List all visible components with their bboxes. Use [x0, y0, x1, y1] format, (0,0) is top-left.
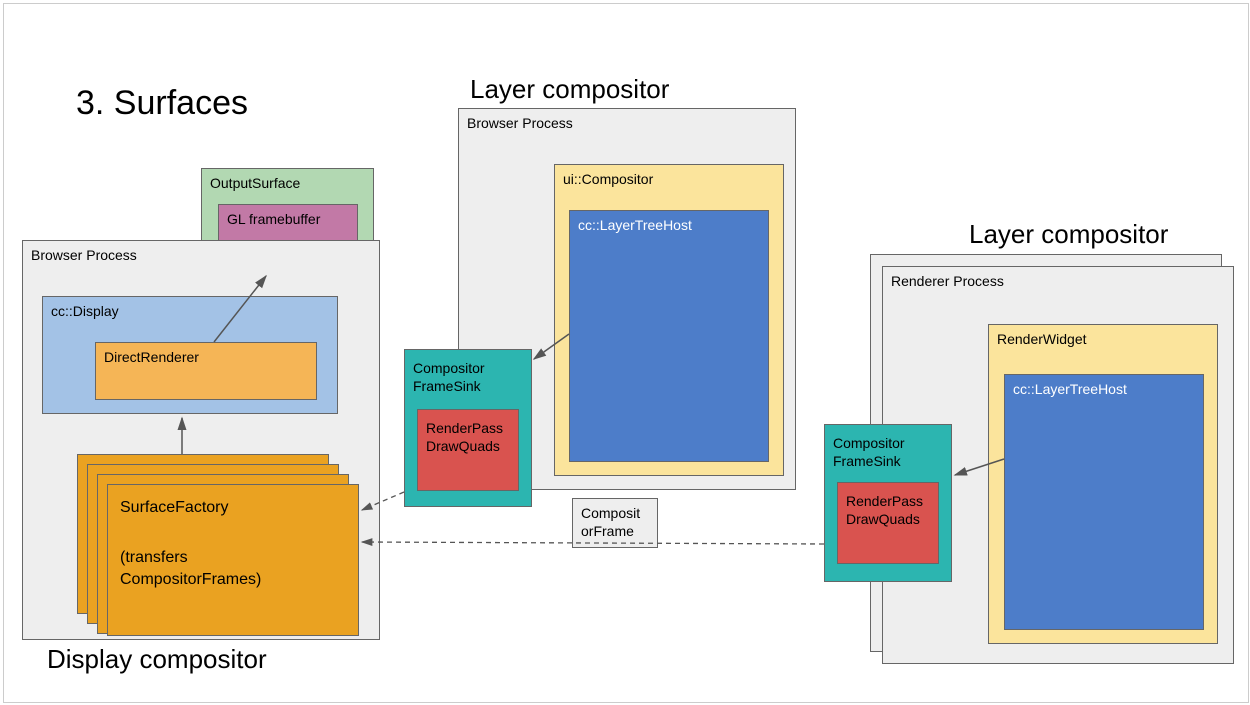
label-browser-process-left: Browser Process [31, 247, 137, 263]
heading-layer-compositor-2: Layer compositor [969, 219, 1168, 250]
label-rp-right-1: RenderPass [846, 493, 923, 509]
box-layer-tree-host-right: cc::LayerTreeHost [1004, 374, 1204, 630]
heading-display-compositor: Display compositor [47, 644, 267, 675]
label-cfs-middle-2: FrameSink [413, 378, 481, 394]
label-rp-middle-1: RenderPass [426, 420, 503, 436]
label-direct-renderer: DirectRenderer [96, 343, 316, 371]
label-surface-factory-1: SurfaceFactory [120, 499, 228, 517]
label-output-surface: OutputSurface [202, 169, 373, 197]
label-rp-right-2: DrawQuads [846, 511, 920, 527]
label-rp-middle-2: DrawQuads [426, 438, 500, 454]
diagram-canvas: 3. Surfaces Layer compositor Layer compo… [3, 3, 1249, 703]
page-title: 3. Surfaces [76, 84, 248, 123]
label-surface-factory-3: CompositorFrames) [120, 571, 261, 589]
label-ui-compositor: ui::Compositor [555, 165, 783, 193]
label-gl-framebuffer: GL framebuffer [219, 205, 357, 233]
box-direct-renderer: DirectRenderer [95, 342, 317, 400]
label-cfs-middle-1: Compositor [413, 360, 485, 376]
heading-layer-compositor-1: Layer compositor [470, 74, 669, 105]
label-browser-process-middle: Browser Process [467, 115, 573, 131]
label-cfs-right-1: Compositor [833, 435, 905, 451]
label-cfs-right-2: FrameSink [833, 453, 901, 469]
label-compositor-frame-1: Composit [581, 505, 640, 521]
box-renderpass-middle: RenderPass DrawQuads [417, 409, 519, 491]
box-layer-tree-host-middle: cc::LayerTreeHost [569, 210, 769, 462]
label-render-widget: RenderWidget [989, 325, 1217, 353]
label-renderer-process: Renderer Process [891, 273, 1004, 289]
label-layer-tree-host-right: cc::LayerTreeHost [1005, 375, 1203, 403]
label-compositor-frame-2: orFrame [581, 523, 634, 539]
box-renderpass-right: RenderPass DrawQuads [837, 482, 939, 564]
label-surface-factory-2: (transfers [120, 549, 188, 567]
label-cc-display: cc::Display [43, 297, 337, 325]
label-layer-tree-host-middle: cc::LayerTreeHost [570, 211, 768, 239]
box-surface-factory: SurfaceFactory (transfers CompositorFram… [107, 484, 359, 636]
box-compositor-frame: Composit orFrame [572, 498, 658, 548]
